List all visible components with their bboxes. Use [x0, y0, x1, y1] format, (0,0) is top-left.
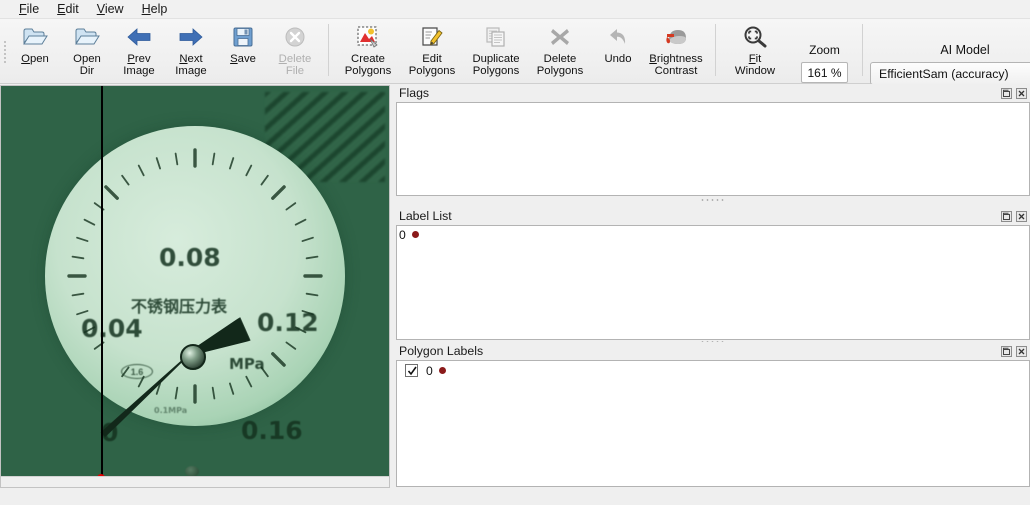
label-color-dot [411, 231, 419, 238]
brightness-contrast-icon [661, 23, 691, 51]
toolbar-separator [328, 24, 329, 76]
ai-model-control: AI Model EfficientSam (accuracy) [870, 19, 1030, 85]
close-panel-icon[interactable] [1015, 345, 1028, 358]
label-list-panel-body[interactable]: 0 [396, 225, 1030, 340]
polygon-label-text: 0 [426, 363, 433, 378]
gauge-photo: 0.08 0.04 0.12 0.16 0 不锈钢压力表 MPa 0.1MPa … [1, 86, 389, 476]
flags-panel-title: Flags [399, 86, 430, 100]
canvas-horizontal-scrollbar[interactable] [1, 476, 389, 487]
save-button[interactable]: Save [217, 19, 269, 81]
list-item[interactable]: 0 [397, 361, 1029, 380]
dial-label-012: 0.12 [257, 308, 319, 337]
edit-pencil-icon [417, 23, 447, 51]
delete-file-button-label: Delete File [278, 53, 312, 78]
open-folder-icon [20, 23, 50, 51]
create-polygon-icon [353, 23, 383, 51]
float-panel-icon[interactable] [1000, 345, 1013, 358]
polygon-labels-panel-body[interactable]: 0 [396, 360, 1030, 487]
duplicate-polygons-button: Duplicate Polygons [464, 19, 528, 81]
delete-polygons-button-label: Delete Polygons [536, 53, 584, 78]
label-list-panel-title-bar: Label List [396, 207, 1030, 225]
gauge-ticks [45, 126, 345, 426]
undo-arrow-icon [603, 23, 633, 51]
dial-label-004: 0.04 [81, 314, 143, 343]
duplicate-polygons-button-label: Duplicate Polygons [472, 53, 520, 78]
brightness-contrast-button-label: Brightness Contrast [649, 53, 703, 78]
flags-labellist-splitter[interactable] [396, 196, 1030, 203]
polygon-labels-panel: Polygon Labels 0 [396, 342, 1030, 487]
dial-accuracy-badge: 1.6 [121, 364, 153, 379]
xanylabeling-window: File Edit View Help Open Open Dir Prev I… [0, 0, 1030, 505]
flags-panel-title-bar: Flags [396, 84, 1030, 102]
arrow-left-icon [124, 23, 154, 51]
dial-brand-text: 不锈钢压力表 [131, 297, 228, 316]
edit-polygons-button[interactable]: Edit Polygons [400, 19, 464, 81]
gauge-hub [180, 344, 206, 370]
float-panel-icon[interactable] [1000, 87, 1013, 100]
polygon-labels-panel-title: Polygon Labels [399, 344, 484, 358]
toolbar-separator-2 [715, 24, 716, 76]
brightness-contrast-button[interactable]: Brightness Contrast [644, 19, 708, 81]
menu-view[interactable]: View [88, 1, 133, 18]
ai-model-caption: AI Model [940, 43, 990, 57]
open-button-label: Open [21, 53, 49, 65]
circle-x-icon [280, 23, 310, 51]
label-list-item-text: 0 [399, 227, 406, 242]
open-button[interactable]: Open [9, 19, 61, 81]
undo-button-label: Undo [604, 53, 632, 65]
image-canvas[interactable]: 0.08 0.04 0.12 0.16 0 不锈钢压力表 MPa 0.1MPa … [0, 85, 390, 488]
polygon-labels-panel-title-bar: Polygon Labels [396, 342, 1030, 360]
zoom-control: Zoom 161 % [801, 19, 848, 83]
magnifier-fit-icon [740, 23, 770, 51]
zoom-caption: Zoom [809, 43, 840, 57]
delete-file-button: Delete File [269, 19, 321, 81]
flags-panel-body[interactable] [396, 102, 1030, 196]
prev-image-button[interactable]: Prev Image [113, 19, 165, 81]
x-cross-icon [545, 23, 575, 51]
main-toolbar: Open Open Dir Prev Image Next Image Save… [0, 19, 1030, 85]
menu-file[interactable]: File [10, 1, 48, 18]
flags-panel: Flags [396, 84, 1030, 196]
delete-polygons-button: Delete Polygons [528, 19, 592, 81]
arrow-right-icon [176, 23, 206, 51]
list-item[interactable]: 0 [397, 226, 1029, 243]
save-button-label: Save [230, 53, 256, 65]
dial-screw-top [185, 466, 199, 476]
polygon-color-dot [438, 367, 446, 374]
open-dir-button[interactable]: Open Dir [61, 19, 113, 81]
dial-label-008: 0.08 [159, 243, 221, 272]
ai-model-selected-value: EfficientSam (accuracy) [879, 66, 1009, 81]
close-panel-icon[interactable] [1015, 87, 1028, 100]
edit-polygons-button-label: Edit Polygons [408, 53, 456, 78]
create-polygons-button-label: Create Polygons [344, 53, 392, 78]
crosshair-vertical-line [101, 86, 103, 487]
fit-window-button-label: Fit Window [734, 53, 776, 78]
open-folder-icon [72, 23, 102, 51]
prev-image-button-label: Prev Image [123, 53, 155, 78]
dial-smallprint: 0.1MPa [154, 406, 188, 415]
menu-bar: File Edit View Help [0, 0, 1030, 19]
next-image-button-label: Next Image [175, 53, 207, 78]
undo-button: Undo [592, 19, 644, 81]
label-list-panel-title: Label List [399, 209, 452, 223]
float-panel-icon[interactable] [1000, 210, 1013, 223]
ai-model-select[interactable]: EfficientSam (accuracy) [870, 62, 1030, 85]
dial-unit-text: MPa [229, 355, 265, 373]
polygon-visibility-checkbox[interactable] [405, 364, 418, 377]
fit-window-button[interactable]: Fit Window [723, 19, 787, 81]
zoom-input[interactable]: 161 % [801, 62, 848, 83]
label-list-panel: Label List 0 [396, 207, 1030, 340]
menu-edit[interactable]: Edit [48, 1, 88, 18]
dial-label-016: 0.16 [241, 416, 303, 445]
open-dir-button-label: Open Dir [73, 53, 101, 78]
close-panel-icon[interactable] [1015, 210, 1028, 223]
toolbar-drag-handle[interactable] [0, 19, 9, 84]
toolbar-separator-3 [862, 24, 863, 76]
next-image-button[interactable]: Next Image [165, 19, 217, 81]
menu-help[interactable]: Help [133, 1, 177, 18]
duplicate-icon [481, 23, 511, 51]
create-polygons-button[interactable]: Create Polygons [336, 19, 400, 81]
floppy-disk-icon [228, 23, 258, 51]
